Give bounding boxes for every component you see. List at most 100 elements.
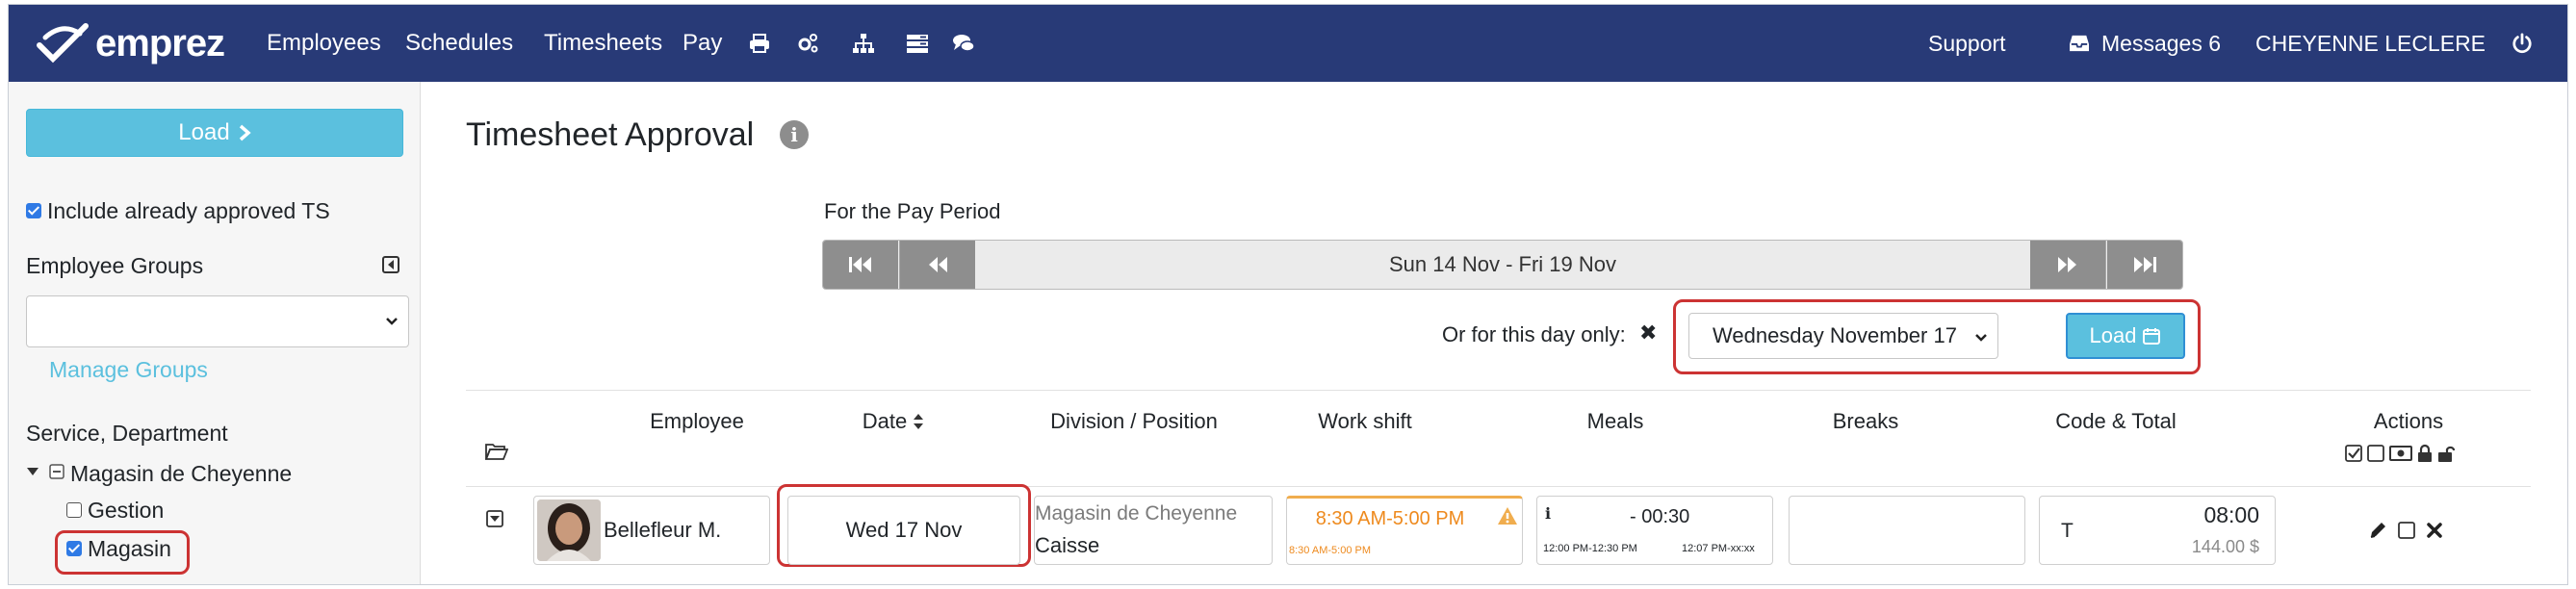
date-cell[interactable]: Wed 17 Nov bbox=[787, 496, 1020, 565]
chevron-down-icon bbox=[386, 318, 398, 325]
app-window: emprez Employees Schedules Timesheets Pa… bbox=[8, 4, 2568, 585]
last-period-button[interactable] bbox=[2107, 241, 2182, 289]
collapse-sidebar-icon[interactable] bbox=[382, 256, 399, 273]
backward-icon bbox=[929, 257, 947, 272]
col-date: Date bbox=[862, 409, 908, 433]
main-content: Timesheet Approval i For the Pay Period … bbox=[422, 82, 2567, 584]
employee-cell[interactable]: Bellefleur M. bbox=[533, 496, 770, 565]
page-title: Timesheet Approval bbox=[466, 116, 755, 153]
division-name: Magasin de Cheyenne bbox=[1035, 502, 1238, 525]
comments-icon[interactable] bbox=[952, 32, 975, 55]
inbox-icon[interactable] bbox=[2069, 34, 2090, 53]
col-actions: Actions bbox=[2373, 409, 2444, 433]
sidebar-load-button[interactable]: Load bbox=[26, 109, 403, 157]
period-range-text: Sun 14 Nov - Fri 19 Nov bbox=[1389, 252, 1616, 276]
header-actions bbox=[2345, 444, 2455, 463]
previous-period-button[interactable] bbox=[899, 241, 975, 289]
expand-row-icon[interactable] bbox=[486, 510, 503, 527]
folder-open-icon[interactable] bbox=[485, 442, 508, 461]
nav-schedules[interactable]: Schedules bbox=[405, 5, 513, 82]
avatar-photo bbox=[537, 499, 601, 561]
money-icon[interactable] bbox=[2389, 445, 2412, 462]
col-meals: Meals bbox=[1586, 409, 1644, 433]
warning-icon[interactable] bbox=[1497, 506, 1518, 525]
fast-forward-icon bbox=[2134, 257, 2156, 272]
chevron-right-icon bbox=[239, 124, 251, 141]
fast-backward-icon bbox=[849, 257, 871, 272]
meals-cell[interactable]: i - 00:30 12:00 PM-12:30 PM 12:07 PM-xx:… bbox=[1536, 496, 1773, 565]
table-header-divider bbox=[466, 486, 2531, 487]
employee-name: Bellefleur M. bbox=[604, 518, 722, 542]
col-employee: Employee bbox=[650, 409, 744, 433]
breaks-cell[interactable] bbox=[1789, 496, 2025, 565]
minus-square-icon[interactable] bbox=[49, 464, 64, 479]
meal-start: 12:00 PM-12:30 PM bbox=[1543, 543, 1637, 554]
power-icon[interactable] bbox=[2512, 33, 2533, 54]
sidebar-load-label: Load bbox=[178, 119, 230, 145]
col-division: Division / Position bbox=[1050, 409, 1218, 433]
meal-info-icon[interactable]: i bbox=[1545, 504, 1551, 523]
load-day-label: Load bbox=[2089, 323, 2137, 347]
sidebar: Load Include already approved TS Employe… bbox=[9, 82, 421, 584]
tree-root-label: Magasin de Cheyenne bbox=[70, 461, 293, 486]
include-approved-label: Include already approved TS bbox=[47, 198, 330, 223]
division-cell[interactable]: Magasin de Cheyenne Caisse bbox=[1034, 496, 1273, 565]
row-checkbox-icon[interactable] bbox=[2397, 521, 2416, 540]
unlock-icon[interactable] bbox=[2437, 444, 2455, 463]
day-only-label: Or for this day only: bbox=[1442, 322, 1626, 346]
calendar-icon bbox=[2143, 328, 2161, 345]
lock-icon[interactable] bbox=[2417, 444, 2433, 463]
employee-groups-select[interactable] bbox=[26, 295, 409, 347]
sort-icon bbox=[914, 414, 924, 429]
code-total-cell[interactable]: T 08:00 144.00 $ bbox=[2039, 496, 2276, 565]
info-icon[interactable]: i bbox=[780, 120, 809, 149]
work-shift-cell[interactable]: 8:30 AM-5:00 PM 8:30 AM-5:00 PM bbox=[1286, 496, 1523, 565]
meal-end: 12:07 PM-xx:xx bbox=[1682, 543, 1755, 554]
manage-groups-link[interactable]: Manage Groups bbox=[49, 357, 208, 383]
col-breaks: Breaks bbox=[1832, 409, 1899, 433]
employee-avatar bbox=[537, 499, 601, 561]
shift-time-small: 8:30 AM-5:00 PM bbox=[1289, 545, 1371, 556]
total-hours: 08:00 bbox=[2203, 502, 2259, 527]
total-amount: 144.00 $ bbox=[2191, 537, 2259, 556]
logo-text: emprez bbox=[95, 21, 225, 64]
load-day-button[interactable]: Load bbox=[2066, 313, 2185, 359]
caret-down-icon[interactable] bbox=[26, 467, 39, 476]
day-select[interactable]: Wednesday November 17 bbox=[1688, 313, 1998, 359]
first-period-button[interactable] bbox=[823, 241, 898, 289]
next-period-button[interactable] bbox=[2030, 241, 2106, 289]
nav-messages[interactable]: Messages 6 bbox=[2101, 5, 2221, 82]
pay-code: T bbox=[2061, 520, 2074, 542]
sitemap-icon[interactable] bbox=[852, 32, 875, 55]
top-navbar: emprez Employees Schedules Timesheets Pa… bbox=[9, 5, 2567, 82]
nav-support[interactable]: Support bbox=[1928, 5, 2006, 82]
square-icon[interactable] bbox=[2367, 445, 2384, 462]
row-actions bbox=[2368, 521, 2443, 540]
nav-user[interactable]: CHEYENNE LECLERE bbox=[2255, 5, 2486, 82]
nav-pay[interactable]: Pay bbox=[683, 5, 722, 82]
logo-mark-icon bbox=[37, 23, 89, 64]
cogs-icon[interactable] bbox=[796, 32, 819, 55]
chevron-down-icon bbox=[1975, 334, 1987, 342]
tree-magasin-checkbox[interactable] bbox=[66, 541, 82, 556]
tasks-icon[interactable] bbox=[906, 32, 929, 55]
col-work-shift: Work shift bbox=[1318, 409, 1412, 433]
nav-employees[interactable]: Employees bbox=[267, 5, 381, 82]
emprez-logo[interactable]: emprez bbox=[36, 20, 225, 66]
check-square-icon[interactable] bbox=[2345, 445, 2362, 462]
print-icon[interactable] bbox=[748, 32, 771, 55]
col-date-sort[interactable]: Date bbox=[832, 409, 955, 434]
meal-duration: - 00:30 bbox=[1630, 506, 1690, 527]
forward-icon bbox=[2058, 257, 2076, 272]
nav-timesheets[interactable]: Timesheets bbox=[544, 5, 662, 82]
delete-icon[interactable] bbox=[2426, 522, 2443, 539]
clear-day-icon[interactable]: ✖ bbox=[1639, 320, 1657, 346]
shift-time: 8:30 AM-5:00 PM bbox=[1315, 508, 1465, 529]
include-approved-checkbox[interactable] bbox=[26, 203, 41, 218]
col-code-total: Code & Total bbox=[2055, 409, 2177, 433]
edit-pencil-icon[interactable] bbox=[2368, 521, 2387, 540]
tree-gestion-label: Gestion bbox=[88, 498, 165, 523]
position-name: Caisse bbox=[1035, 533, 1100, 557]
tree-gestion-checkbox[interactable] bbox=[66, 502, 82, 518]
tree-magasin-label: Magasin bbox=[88, 536, 171, 561]
